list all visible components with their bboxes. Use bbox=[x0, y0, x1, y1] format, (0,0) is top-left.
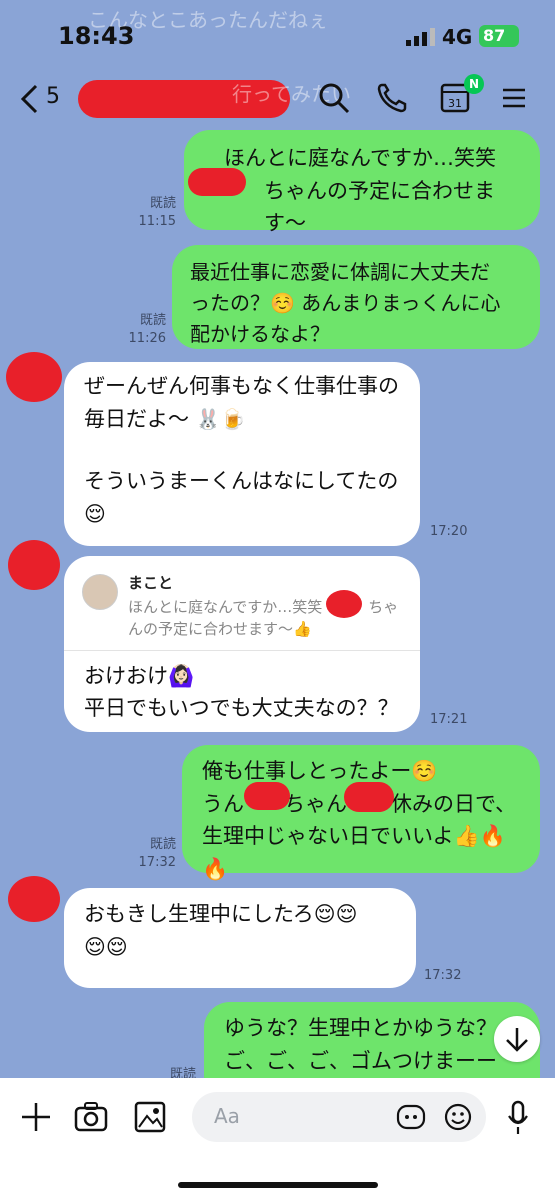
message-time: 11:15 bbox=[138, 213, 176, 229]
message-line: ゆうな？生理中とかゆうな？ bbox=[224, 1016, 497, 1040]
message-bubble[interactable]: おもきし生理中にしたろ😌😌 😌😌 bbox=[64, 888, 416, 988]
message-meta: 既読 11:15 bbox=[138, 195, 176, 230]
reply-avatar bbox=[82, 574, 118, 610]
message-time: 17:32 bbox=[424, 968, 462, 983]
chat-header: 5 行ってみたい 31 N bbox=[0, 70, 555, 130]
arrow-down-icon bbox=[506, 1028, 528, 1052]
message-line: ったの？☺️ あんまりまっくんに心 bbox=[190, 291, 501, 315]
message-bubble[interactable]: ぜーんぜん何事もなく仕事仕事の 毎日だよ〜 🐰🍺 そういうまーくんはなにしてたの… bbox=[64, 362, 420, 546]
avatar[interactable] bbox=[6, 352, 62, 402]
read-label: 既読 bbox=[149, 196, 176, 211]
message-line bbox=[84, 435, 400, 465]
message-line: おもきし生理中にしたろ😌😌 bbox=[84, 902, 358, 926]
message-line: 配かけるなよ？ bbox=[190, 322, 330, 346]
message-line: おけおけ🙆🏻‍♀️ bbox=[84, 664, 195, 688]
bunny-sticker-icon: 🐰🍺 bbox=[195, 406, 246, 431]
phone-icon[interactable] bbox=[376, 82, 408, 114]
message-text: ちゃん bbox=[284, 791, 347, 816]
reply-quote-text: ほんとに庭なんですか…笑笑 bbox=[128, 598, 323, 616]
plus-icon[interactable] bbox=[20, 1101, 52, 1133]
message-text: 休みの日で、 bbox=[391, 791, 517, 816]
status-bar: 18:43 4G 87 bbox=[0, 0, 555, 70]
sticker-icon[interactable] bbox=[396, 1103, 426, 1131]
message-bubble[interactable]: まこと ほんとに庭なんですか…笑笑 ちゃ んの予定に合わせます〜👍 おけおけ🙆🏻‍… bbox=[64, 556, 420, 732]
message-line: ぜーんぜん何事もなく仕事仕事の bbox=[84, 374, 399, 398]
message-line: 🔥 bbox=[202, 856, 229, 881]
menu-icon[interactable] bbox=[502, 86, 526, 110]
message-line: 😌😌 bbox=[84, 934, 128, 959]
reply-sender-name: まこと bbox=[128, 574, 174, 592]
redaction-mark bbox=[344, 782, 394, 812]
message-input-placeholder: Aa bbox=[214, 1104, 240, 1128]
message-line: 😌 bbox=[84, 501, 106, 526]
message-line: 平日でもいつでも大丈夫なの？？ bbox=[84, 696, 399, 720]
back-count: 5 bbox=[46, 84, 60, 109]
reply-quote-line: んの予定に合わせます〜👍 bbox=[128, 620, 312, 638]
battery-level: 87 bbox=[483, 26, 506, 45]
input-bar: Aa bbox=[0, 1078, 555, 1200]
redaction-mark bbox=[188, 168, 246, 196]
camera-icon[interactable] bbox=[74, 1101, 108, 1133]
message-line: 生理中じゃない日でいいよ👍🔥 bbox=[202, 824, 506, 849]
emoji-icon[interactable] bbox=[444, 1103, 472, 1131]
message-text: うん bbox=[202, 791, 244, 816]
reply-quote-text: ちゃ bbox=[368, 598, 399, 616]
message-time: 17:21 bbox=[430, 712, 468, 727]
reply-divider bbox=[64, 650, 420, 651]
message-line: そういうまーくんはなにしてたの bbox=[84, 469, 399, 494]
redaction-mark bbox=[244, 782, 290, 810]
message-line: 最近仕事に恋愛に体調に大丈夫だ bbox=[190, 260, 490, 284]
image-icon[interactable] bbox=[134, 1101, 166, 1133]
read-label: 既読 bbox=[139, 313, 166, 328]
avatar[interactable] bbox=[8, 540, 60, 590]
signal-icon bbox=[406, 28, 436, 46]
message-line: 毎日だよ〜 🐰🍺 bbox=[84, 403, 400, 436]
message-line: ほんとに庭なんですか…笑笑 bbox=[224, 146, 496, 170]
message-text: 毎日だよ〜 bbox=[84, 406, 189, 431]
avatar[interactable] bbox=[8, 876, 60, 922]
svg-text:31: 31 bbox=[448, 97, 462, 110]
home-indicator bbox=[178, 1182, 378, 1188]
microphone-icon[interactable] bbox=[506, 1100, 530, 1136]
message-input[interactable]: Aa bbox=[192, 1092, 486, 1142]
search-icon[interactable] bbox=[318, 82, 350, 114]
message-line: ご、ご、ご、ゴムつけまーー bbox=[224, 1048, 497, 1073]
read-label: 既読 bbox=[149, 837, 176, 852]
message-time: 17:20 bbox=[430, 524, 468, 539]
message-time: 11:26 bbox=[128, 330, 166, 346]
battery-icon: 87 bbox=[479, 25, 519, 47]
message-meta: 既読 11:26 bbox=[128, 312, 166, 347]
message-meta: 既読 17:32 bbox=[138, 836, 176, 871]
message-line: ちゃんの予定に合わせます〜 bbox=[264, 178, 495, 236]
scroll-down-button[interactable] bbox=[494, 1016, 540, 1062]
network-label: 4G bbox=[442, 25, 473, 49]
back-button[interactable]: 5 bbox=[18, 82, 68, 118]
new-badge-icon: N bbox=[464, 74, 484, 94]
message-time: 17:32 bbox=[138, 854, 176, 870]
message-bubble[interactable]: 最近仕事に恋愛に体調に大丈夫だ ったの？☺️ あんまりまっくんに心 配かけるなよ… bbox=[172, 245, 540, 349]
status-time: 18:43 bbox=[58, 22, 135, 50]
redaction-mark bbox=[326, 590, 362, 618]
